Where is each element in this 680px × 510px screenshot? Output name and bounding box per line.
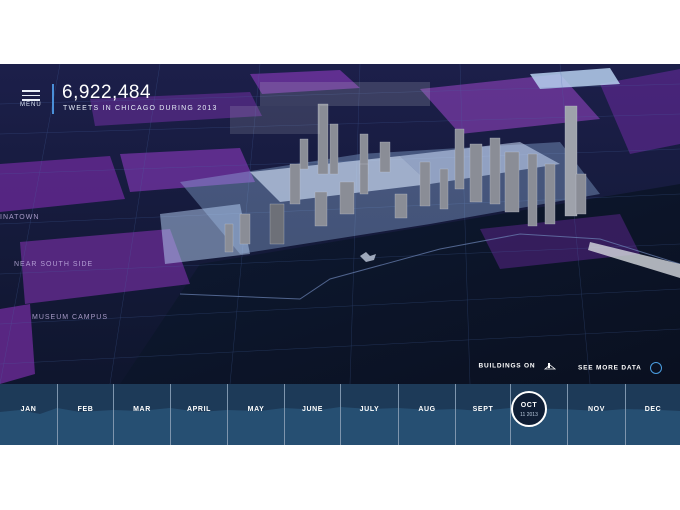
timeline-month-feb[interactable]: FEB	[57, 384, 113, 445]
menu-label: MENU	[20, 102, 42, 108]
selected-date-label: 11 2013	[520, 412, 538, 418]
tweet-count: 6,922,484	[62, 82, 152, 103]
timeline-month-dec[interactable]: DEC	[625, 384, 680, 445]
timeline-month-may[interactable]: MAY	[227, 384, 284, 445]
header-divider	[52, 84, 54, 114]
app-frame: NEAR SOUTH SIDE MUSEUM CAMPUS INATOWN ME…	[0, 64, 680, 445]
selected-month-label: OCT	[520, 402, 538, 409]
timeline-month-april[interactable]: APRIL	[170, 384, 227, 445]
map-label-near-south-side: NEAR SOUTH SIDE	[14, 261, 94, 268]
info-chart-icon	[650, 362, 662, 374]
map-label-museum-campus: MUSEUM CAMPUS	[32, 314, 109, 321]
buildings-toggle-label: BUILDINGS ON	[478, 362, 536, 370]
tweet-caption: TWEETS IN CHICAGO DURING 2013	[63, 105, 218, 112]
timeline-month-mar[interactable]: MAR	[113, 384, 170, 445]
view-controls: BUILDINGS ON SEE MORE DATA	[362, 362, 662, 376]
buildings-icon	[544, 363, 556, 370]
header: MENU 6,922,484 TWEETS IN CHICAGO DURING …	[0, 64, 260, 124]
see-more-data-button[interactable]: SEE MORE DATA	[578, 362, 662, 374]
selected-month-marker[interactable]: OCT 11 2013	[511, 391, 547, 427]
timeline-month-nov[interactable]: NOV	[567, 384, 625, 445]
timeline[interactable]: JAN FEB MAR APRIL MAY JUNE JULY AUG SEPT…	[0, 384, 680, 445]
timeline-month-sept[interactable]: SEPT	[455, 384, 510, 445]
menu-button[interactable]: MENU	[20, 88, 46, 112]
timeline-month-july[interactable]: JULY	[340, 384, 398, 445]
buildings-toggle[interactable]: BUILDINGS ON	[478, 362, 556, 370]
see-more-data-label: SEE MORE DATA	[578, 364, 642, 372]
hamburger-icon	[22, 90, 40, 101]
timeline-month-aug[interactable]: AUG	[398, 384, 455, 445]
timeline-month-june[interactable]: JUNE	[284, 384, 340, 445]
timeline-month-jan[interactable]: JAN	[0, 384, 57, 445]
map-label-chinatown: INATOWN	[0, 214, 40, 221]
